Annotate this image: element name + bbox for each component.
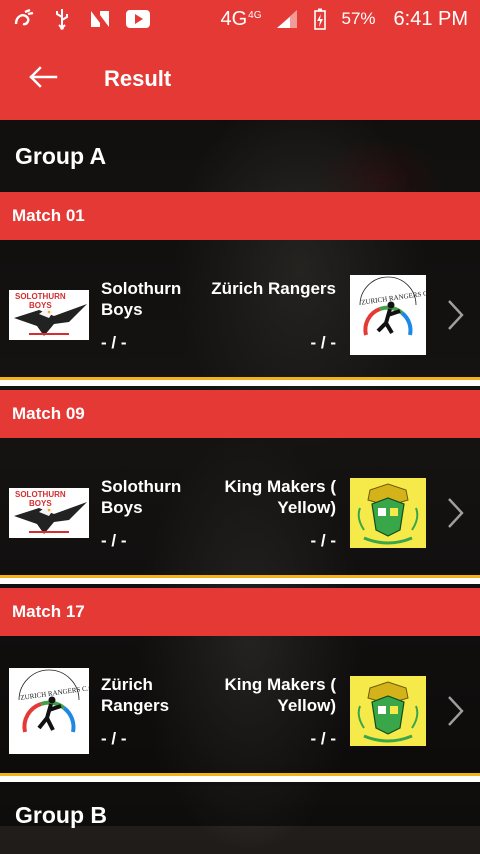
solothurn-boys-logo: SOLOTHURN BOYS — [9, 290, 89, 340]
match-row[interactable]: ZURICH RANGERS C.C Zürich Rangers - / - … — [0, 636, 480, 786]
match-row[interactable]: SOLOTHURN BOYS Solothurn Boys - / - King… — [0, 438, 480, 588]
team-b-name: King Makers ( Yellow) — [224, 477, 336, 517]
group-title: Group A — [15, 142, 107, 169]
usb-icon — [50, 8, 74, 30]
uc-browser-icon — [12, 8, 36, 30]
battery-percent: 57% — [341, 9, 376, 28]
team-b-name: King Makers ( Yellow) — [224, 675, 336, 715]
clock: 6:41 PM — [393, 7, 468, 30]
app-bar: Result — [0, 38, 480, 120]
match-row[interactable]: SOLOTHURN BOYS Solothurn Boys - / - Züri… — [0, 240, 480, 390]
team-b-score: - / - — [310, 531, 337, 550]
team-a-name: Zürich Rangers — [101, 675, 170, 715]
signal-icon — [275, 8, 299, 30]
status-right: 4G 4G 57% 6:41 PM — [220, 8, 468, 31]
group-title: Group B — [15, 802, 107, 828]
svg-text:SOLOTHURN: SOLOTHURN — [15, 490, 66, 499]
group-header: Group B — [0, 786, 480, 828]
match-label: Match 09 — [12, 404, 85, 423]
zurich-rangers-logo: ZURICH RANGERS C.C — [350, 275, 426, 355]
chevron-right-icon[interactable] — [444, 691, 468, 731]
team-b-score: - / - — [310, 333, 337, 352]
status-bar: 4G 4G 57% 6:41 PM — [0, 0, 480, 38]
match-label: Match 17 — [12, 602, 85, 621]
network-label: 4G — [220, 7, 248, 30]
match-header: Match 01 — [0, 192, 480, 240]
king-makers-logo — [350, 676, 426, 746]
match-header: Match 17 — [0, 588, 480, 636]
team-a-score: - / - — [101, 729, 127, 748]
svg-text:SOLOTHURN: SOLOTHURN — [15, 292, 66, 301]
battery-icon — [313, 8, 327, 30]
n-app-icon — [88, 8, 112, 30]
back-button[interactable] — [8, 38, 78, 120]
team-a-name: Solothurn Boys — [101, 477, 182, 517]
team-b-name: Zürich Rangers — [211, 279, 336, 298]
king-makers-logo — [350, 478, 426, 548]
results-list[interactable]: Group A Match 01 SOLOTHURN BOYS Solothur… — [0, 120, 480, 854]
chevron-right-icon[interactable] — [444, 493, 468, 533]
solothurn-boys-logo: SOLOTHURN BOYS — [9, 488, 89, 538]
arrow-back-icon — [28, 65, 58, 94]
svg-text:BOYS: BOYS — [29, 301, 52, 310]
zurich-rangers-logo: ZURICH RANGERS C.C — [9, 668, 89, 754]
status-left — [12, 8, 150, 30]
team-a-score: - / - — [101, 531, 127, 550]
match-header: Match 09 — [0, 390, 480, 438]
group-header: Group A — [0, 120, 480, 192]
team-b-score: - / - — [310, 729, 337, 748]
youtube-icon — [126, 8, 150, 30]
network-small-label: 4G — [248, 9, 262, 21]
page-title: Result — [104, 66, 172, 91]
chevron-right-icon[interactable] — [444, 295, 468, 335]
svg-text:BOYS: BOYS — [29, 499, 52, 508]
team-a-name: Solothurn Boys — [101, 279, 182, 319]
team-a-score: - / - — [101, 333, 127, 352]
match-label: Match 01 — [12, 206, 85, 225]
